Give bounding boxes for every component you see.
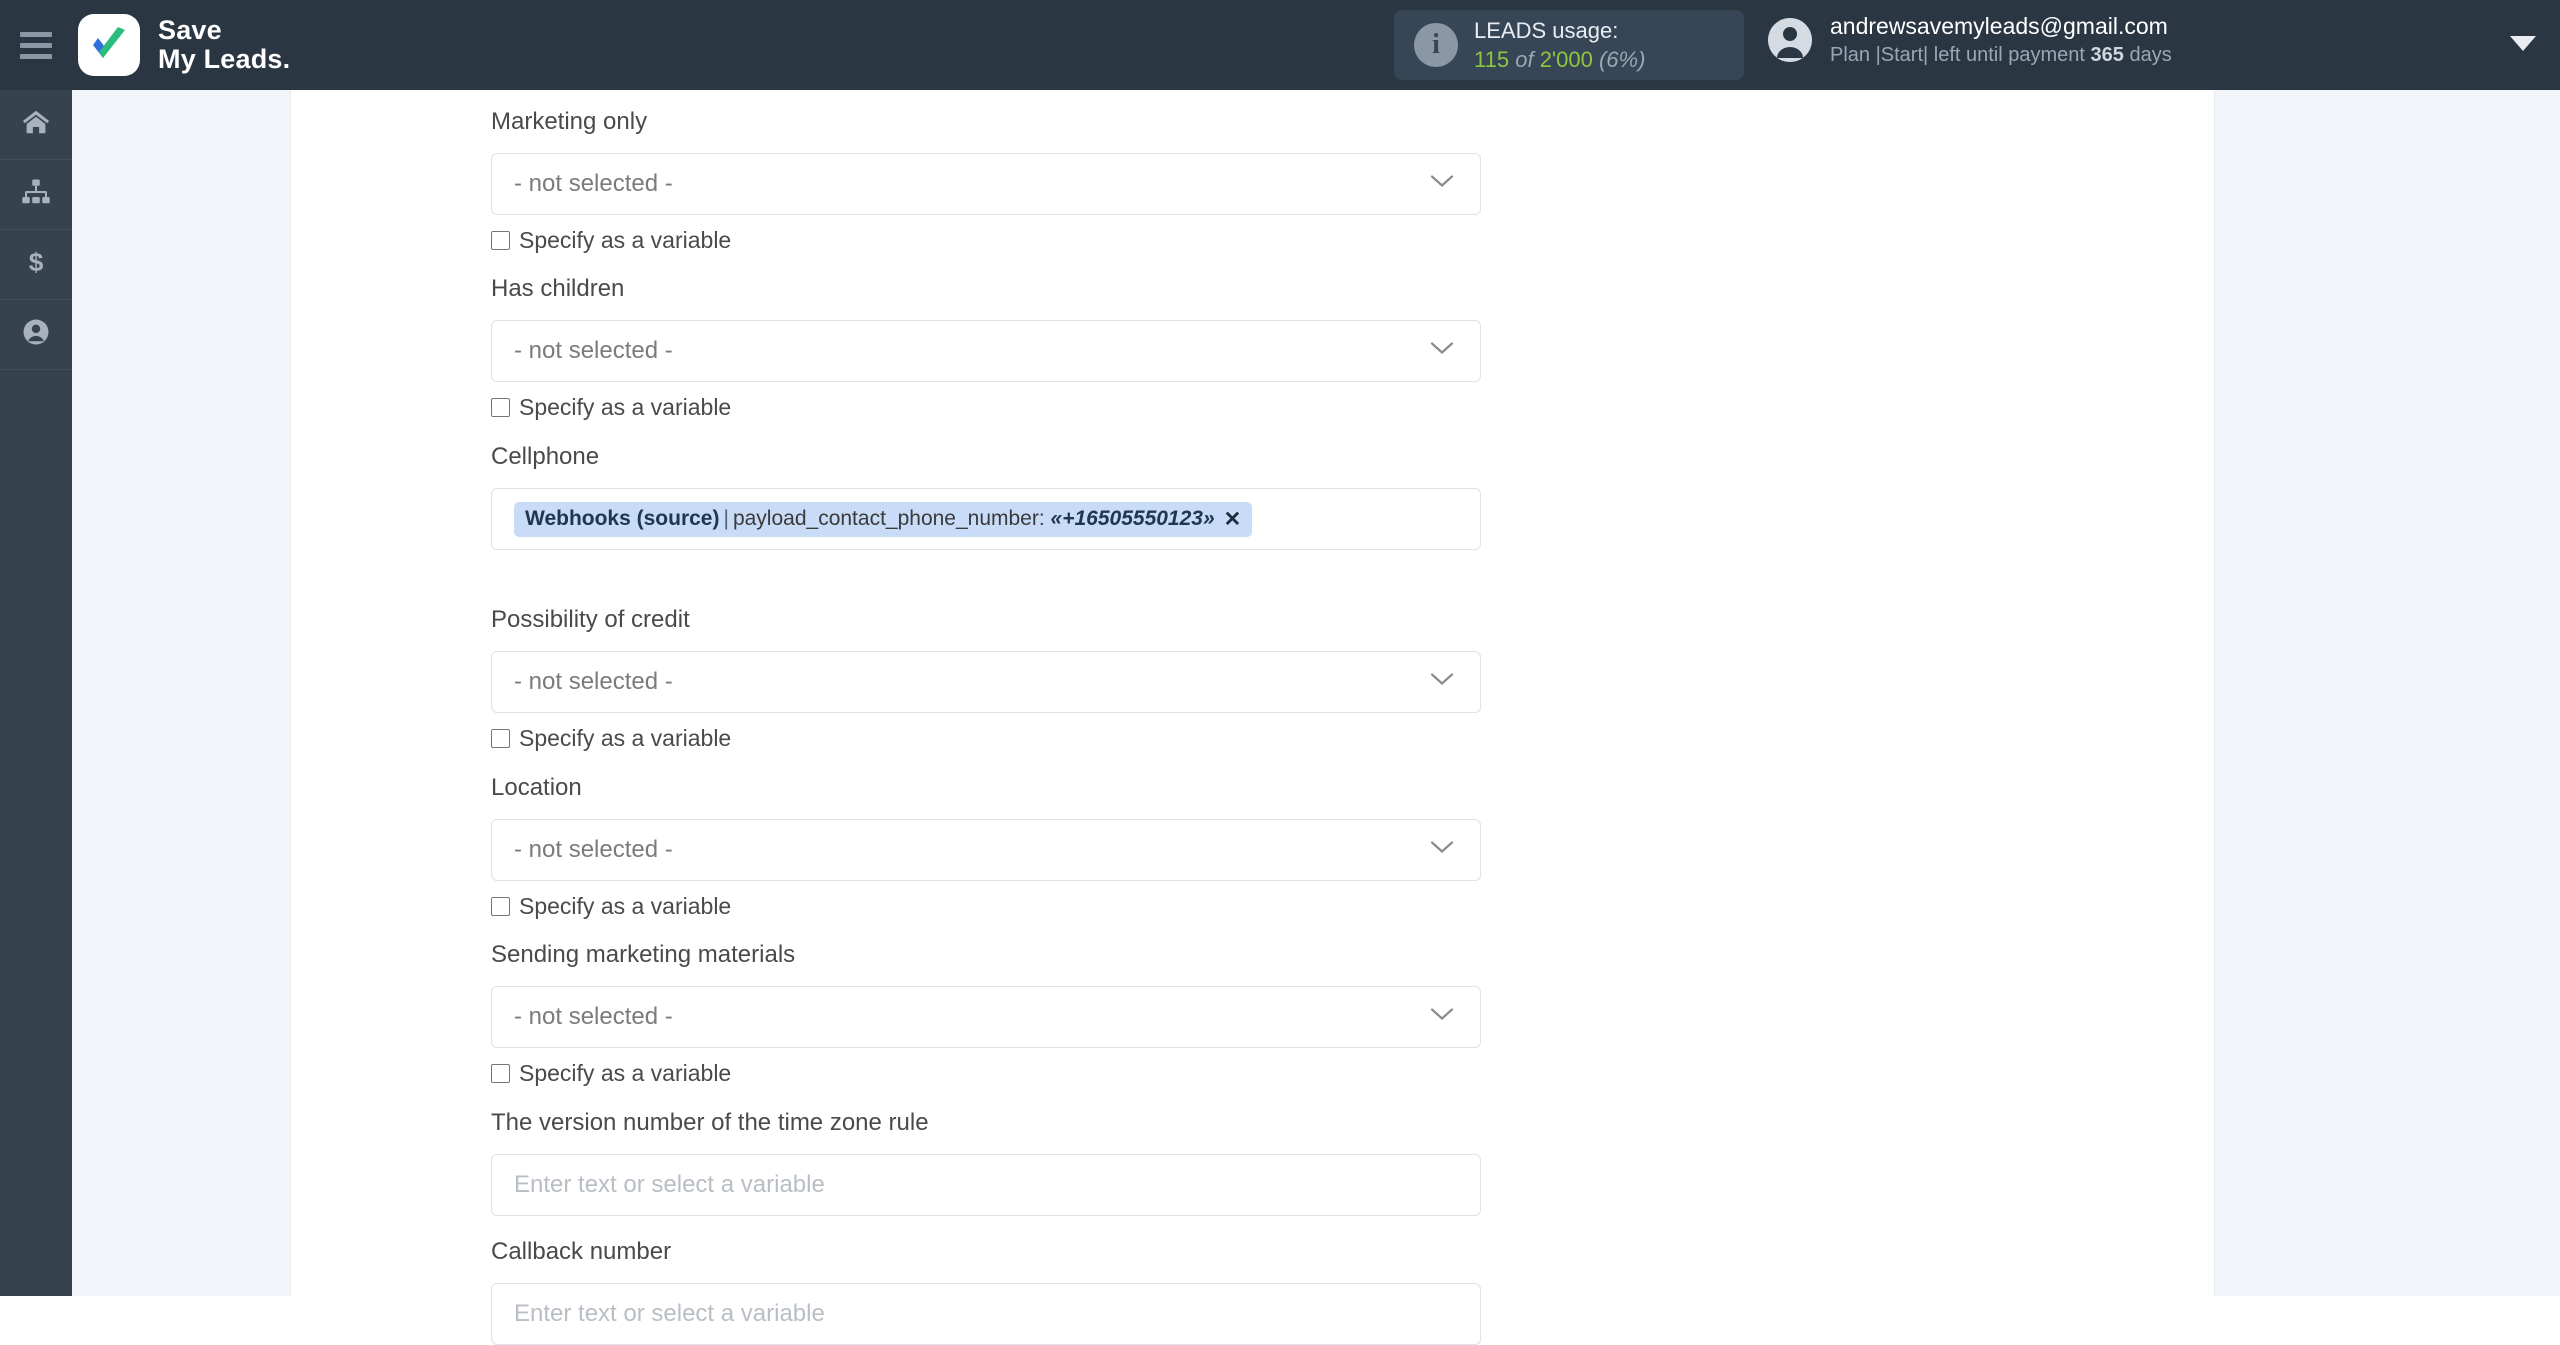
checkbox-label: Specify as a variable [519, 725, 732, 751]
field-cellphone: Cellphone Webhooks (source) | payload_cont… [491, 445, 1481, 550]
checkbox[interactable] [491, 729, 510, 748]
location-select[interactable]: - not selected - [491, 819, 1481, 881]
user-icon [21, 317, 51, 352]
field-marketing-only: Marketing only - not selected - Specify … [491, 110, 1481, 252]
tag-separator: | [723, 507, 729, 530]
plan-suffix: days [2123, 43, 2172, 66]
sidebar-item-billing[interactable]: $ [0, 230, 72, 300]
checkbox[interactable] [491, 897, 510, 916]
hamburger-icon-line [20, 53, 52, 59]
checkbox[interactable] [491, 1064, 510, 1083]
sidebar: $ [0, 90, 72, 1296]
field-sending-marketing-materials: Sending marketing materials - not select… [491, 943, 1481, 1085]
top-bar: Save My Leads. i LEADS usage: 115 of 2'0… [0, 0, 2560, 90]
brand-line-2: My Leads. [158, 44, 291, 74]
select-value: - not selected - [514, 1003, 673, 1030]
usage-title: LEADS usage: [1474, 17, 1619, 43]
checkbox-label: Specify as a variable [519, 1060, 732, 1086]
account-menu[interactable]: andrewsavemyleads@gmail.com Plan |Start|… [1768, 12, 2172, 68]
dollar-icon: $ [21, 247, 51, 282]
sitemap-icon [21, 177, 51, 212]
usage-used: 115 [1474, 47, 1510, 72]
sidebar-item-home[interactable] [0, 90, 72, 160]
account-plan: Plan |Start| left until payment 365 days [1830, 42, 2172, 68]
callback-number-input[interactable]: Enter text or select a variable [491, 1283, 1481, 1345]
field-label: Marketing only [491, 108, 648, 135]
marketing-only-select[interactable]: - not selected - [491, 153, 1481, 215]
has-children-select[interactable]: - not selected - [491, 320, 1481, 382]
usage-numbers: 115 of 2'000 (6%) [1474, 45, 1645, 74]
info-icon: i [1414, 23, 1458, 67]
field-possibility-of-credit: Possibility of credit - not selected - S… [491, 608, 1481, 750]
brand-text: Save My Leads. [158, 14, 291, 74]
field-label: Has children [491, 275, 625, 302]
chevron-down-icon [1430, 175, 1454, 194]
brand-line-1: Save [158, 14, 222, 45]
specify-variable-location[interactable]: Specify as a variable [491, 895, 731, 918]
field-label: The version number of the time zone rule [491, 1109, 929, 1136]
field-label: Callback number [491, 1238, 672, 1265]
chevron-down-icon [1430, 1008, 1454, 1027]
account-email: andrewsavemyleads@gmail.com [1830, 13, 2168, 39]
tag-value: «+16505550123» [1050, 507, 1215, 530]
timezone-rule-version-input[interactable]: Enter text or select a variable [491, 1154, 1481, 1216]
avatar [1768, 17, 1812, 62]
sending-marketing-materials-select[interactable]: - not selected - [491, 986, 1481, 1048]
hamburger-icon-line [20, 31, 52, 37]
sidebar-item-connections[interactable] [0, 160, 72, 230]
chevron-down-icon [1430, 841, 1454, 860]
cellphone-variable-input[interactable]: Webhooks (source) | payload_contact_phone_… [491, 488, 1481, 550]
usage-of-word: of [1515, 47, 1534, 72]
select-value: - not selected - [514, 337, 673, 364]
select-value: - not selected - [514, 836, 673, 863]
checkbox-label: Specify as a variable [519, 227, 732, 253]
hamburger-icon-line [20, 42, 52, 48]
field-callback-number: Callback number Enter text or select a v… [491, 1240, 1481, 1345]
chevron-down-icon [1430, 673, 1454, 692]
svg-text:$: $ [29, 247, 44, 277]
home-icon [21, 107, 51, 142]
usage-total: 2'000 [1539, 47, 1593, 72]
specify-variable-has-children[interactable]: Specify as a variable [491, 396, 731, 419]
possibility-of-credit-select[interactable]: - not selected - [491, 651, 1481, 713]
specify-variable-marketing-only[interactable]: Specify as a variable [491, 229, 731, 252]
checkbox-label: Specify as a variable [519, 394, 732, 420]
chevron-down-icon[interactable] [2510, 36, 2536, 51]
field-location: Location - not selected - Specify as a v… [491, 776, 1481, 918]
hamburger-menu-button[interactable] [0, 0, 72, 90]
content-card: Marketing only - not selected - Specify … [290, 90, 2215, 1345]
account-text: andrewsavemyleads@gmail.com Plan |Start|… [1830, 12, 2172, 68]
specify-variable-possibility-of-credit[interactable]: Specify as a variable [491, 727, 731, 750]
field-has-children: Has children - not selected - Specify as… [491, 277, 1481, 419]
sidebar-item-profile[interactable] [0, 300, 72, 370]
checkbox[interactable] [491, 231, 510, 250]
checkmark-logo-icon [78, 14, 140, 76]
variable-tag[interactable]: Webhooks (source) | payload_contact_phone_… [514, 501, 1253, 537]
input-placeholder: Enter text or select a variable [514, 1171, 825, 1198]
remove-tag-icon[interactable]: ✕ [1224, 507, 1242, 532]
select-value: - not selected - [514, 668, 673, 695]
field-timezone-rule-version: The version number of the time zone rule… [491, 1111, 1481, 1216]
usage-text: LEADS usage: 115 of 2'000 (6%) [1474, 16, 1645, 74]
tag-source: Webhooks (source) [525, 507, 720, 530]
input-placeholder: Enter text or select a variable [514, 1300, 825, 1327]
specify-variable-sending-marketing-materials[interactable]: Specify as a variable [491, 1062, 731, 1085]
leads-usage-widget[interactable]: i LEADS usage: 115 of 2'000 (6%) [1394, 10, 1744, 80]
checkbox[interactable] [491, 398, 510, 417]
field-label: Sending marketing materials [491, 941, 796, 968]
field-label: Location [491, 774, 582, 801]
plan-prefix: Plan |Start| left until payment [1830, 43, 2091, 66]
tag-key: payload_contact_phone_number: [732, 507, 1045, 530]
brand-logo[interactable]: Save My Leads. [78, 14, 290, 76]
chevron-down-icon [1430, 342, 1454, 361]
usage-percent: (6%) [1598, 47, 1646, 72]
field-label: Cellphone [491, 443, 600, 470]
select-value: - not selected - [514, 170, 673, 197]
field-label: Possibility of credit [491, 606, 690, 633]
plan-days: 365 [2090, 43, 2124, 66]
checkbox-label: Specify as a variable [519, 893, 732, 919]
